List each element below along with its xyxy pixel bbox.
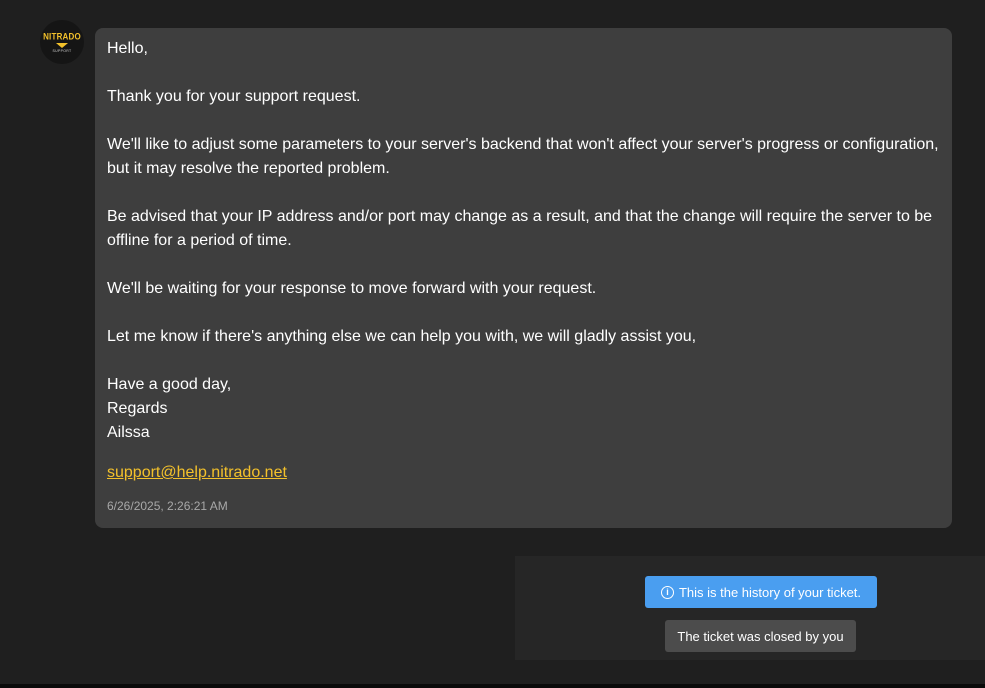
message-paragraph-help: Let me know if there's anything else we … [107,328,697,345]
nitrado-logo-subtext: SUPPORT [52,49,72,53]
message-closing-1: Have a good day, [107,376,232,393]
support-avatar: NITRADO SUPPORT [40,20,84,64]
message-paragraph-advised: Be advised that your IP address and/or p… [107,208,933,249]
ticket-closed-notice: The ticket was closed by you [665,620,856,652]
ticket-closed-text: The ticket was closed by you [677,628,844,644]
nitrado-logo-icon [56,43,68,48]
bottom-divider [0,684,985,688]
info-icon: i [660,585,674,599]
ticket-history-notice: i This is the history of your ticket. [645,576,877,608]
message-closing-2: Regards [107,400,168,417]
message-signature: Ailssa [107,424,150,441]
message-paragraph-adjust: We'll like to adjust some parameters to … [107,136,939,177]
message-bubble: Hello, Thank you for your support reques… [95,28,952,528]
message-thanks: Thank you for your support request. [107,88,361,105]
message-paragraph-waiting: We'll be waiting for your response to mo… [107,280,597,297]
message-timestamp: 6/26/2025, 2:26:21 AM [107,499,228,513]
ticket-conversation: NITRADO SUPPORT Hello, Thank you for you… [0,0,985,688]
support-email-link[interactable]: support@help.nitrado.net [107,461,287,485]
nitrado-logo-text: NITRADO [43,31,81,42]
ticket-history-text: This is the history of your ticket. [678,584,862,600]
ticket-status-panel: i This is the history of your ticket. Th… [515,556,985,660]
message-greeting: Hello, [107,40,148,57]
